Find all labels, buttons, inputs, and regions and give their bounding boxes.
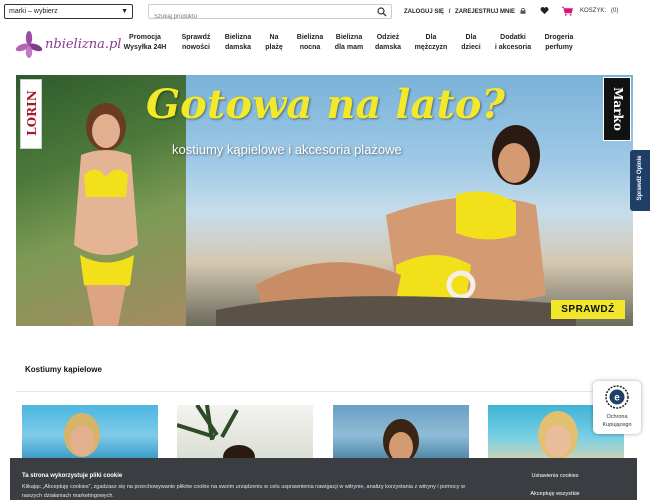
- banner-cta-button[interactable]: SPRAWDŹ: [551, 300, 625, 319]
- nav-odziez-damska[interactable]: Odzież damska: [369, 33, 407, 53]
- marko-brand-logo: Marko: [603, 77, 631, 141]
- login-link[interactable]: ZALOGUJ SIĘ: [404, 9, 444, 15]
- badge-line1: Ochrona: [606, 414, 628, 420]
- banner-subtitle: kostiumy kąpielowe i akcesoria plażowe: [172, 142, 402, 157]
- product-thumb-image: [383, 419, 419, 463]
- nav-bielizna-dla-mam[interactable]: Bielizna dla mam: [330, 33, 368, 53]
- heart-icon[interactable]: [540, 6, 549, 15]
- nav-drogeria[interactable]: Drogeria perfumy: [538, 33, 580, 53]
- search-icon[interactable]: [377, 7, 387, 17]
- e-trust-icon: e: [605, 385, 629, 409]
- account-links: ZALOGUJ SIĘ / ZAREJESTRUJ MNIE: [404, 7, 526, 15]
- top-bar: marki – wybierz ▼ ZALOGUJ SIĘ / ZAREJEST…: [0, 0, 650, 24]
- nav-nowosci[interactable]: Sprawdź nowości: [175, 33, 217, 53]
- banner-title: Gotowa na lato?: [146, 81, 505, 128]
- cookie-text: Klikając „Akceptuję cookies”, zgadzasz s…: [22, 484, 465, 499]
- lock-icon: [520, 7, 526, 14]
- section-title: Kostiumy kąpielowe: [25, 365, 102, 374]
- product-thumb[interactable]: [22, 405, 158, 465]
- buyer-protection-badge[interactable]: e Ochrona Kupującego: [593, 381, 641, 434]
- nav-dodatki[interactable]: Dodatki i akcesoria: [491, 33, 535, 53]
- hero-banner[interactable]: Gotowa na lato? kostiumy kąpielowe i akc…: [16, 75, 633, 326]
- nav-dla-mezczyzn[interactable]: Dla mężczyzn: [410, 33, 452, 53]
- section-divider: [16, 391, 633, 392]
- nav-promocja[interactable]: Promocja Wysyłka 24H: [120, 33, 170, 53]
- lorin-brand-logo: LORIN: [20, 79, 42, 149]
- nav-na-plaze[interactable]: Na plażę: [258, 33, 290, 53]
- brand-select[interactable]: marki – wybierz ▼: [4, 4, 133, 19]
- account-separator: /: [448, 9, 451, 15]
- cart-icon[interactable]: [561, 6, 573, 16]
- chevron-down-icon: ▼: [121, 8, 128, 15]
- cart-count: (0): [611, 8, 619, 14]
- model-left-image: [74, 103, 138, 326]
- nav-bielizna-damska[interactable]: Bielizna damska: [219, 33, 257, 53]
- cart-label[interactable]: KOSZYK:: [580, 8, 606, 14]
- register-link[interactable]: ZAREJESTRUJ MNIE: [455, 9, 515, 15]
- nav-bielizna-nocna[interactable]: Bielizna nocna: [291, 33, 329, 53]
- cookie-settings-button[interactable]: Ustawienia cookies: [510, 470, 600, 482]
- search-box: [148, 4, 392, 24]
- product-thumb-image: [57, 413, 107, 465]
- cookie-banner: Ta strona wykorzystuje pliki cookie Klik…: [10, 458, 637, 500]
- nav-dla-dzieci[interactable]: Dla dzieci: [453, 33, 489, 53]
- svg-text:e: e: [614, 393, 620, 404]
- cookie-accept-button[interactable]: Akceptuję wszystkie: [510, 488, 600, 500]
- badge-line2: Kupującego: [602, 422, 632, 428]
- brand-select-value: marki – wybierz: [9, 8, 58, 15]
- product-thumb[interactable]: [333, 405, 469, 465]
- cookie-title: Ta strona wykorzystuje pliki cookie: [22, 473, 123, 479]
- reviews-side-tab-label: Sprawdź Opinie: [637, 155, 643, 201]
- search-input[interactable]: [149, 10, 359, 24]
- product-thumb[interactable]: [177, 405, 313, 465]
- product-thumb-image: [177, 405, 255, 465]
- reviews-side-tab[interactable]: Sprawdź Opinie: [630, 150, 650, 211]
- logo-text[interactable]: nbielizna.pl: [45, 37, 121, 52]
